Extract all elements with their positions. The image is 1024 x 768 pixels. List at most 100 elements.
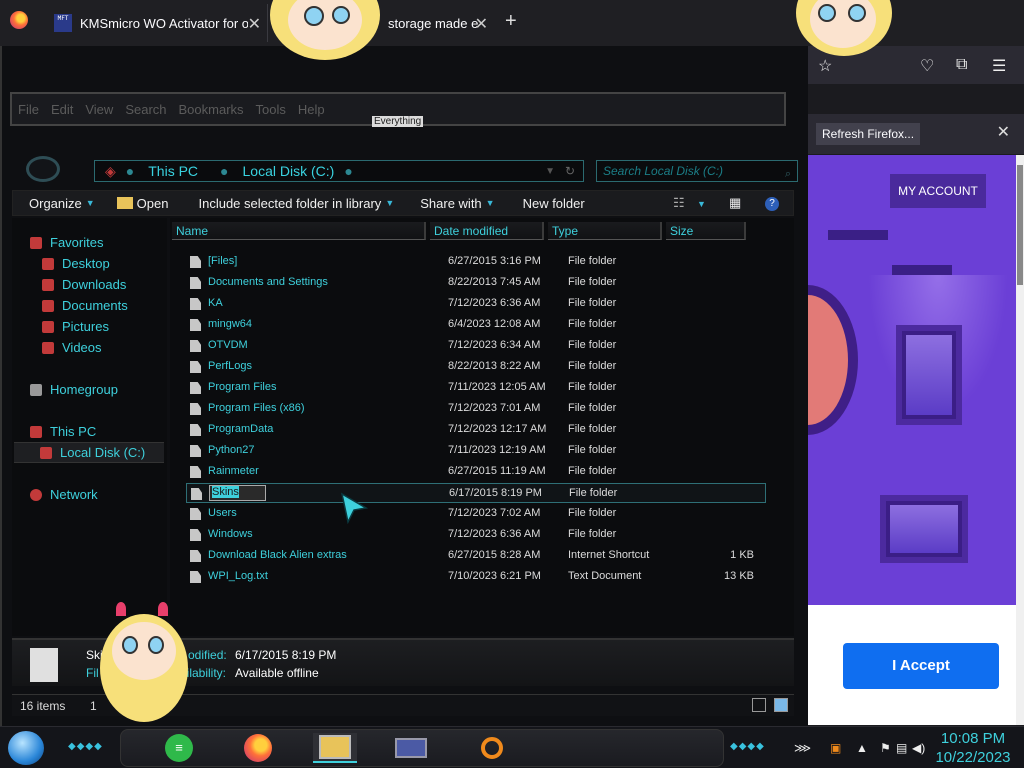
file-type: File folder <box>568 423 617 435</box>
nav-pictures[interactable]: Pictures <box>42 316 109 337</box>
close-tab-icon[interactable]: ✕ <box>475 14 488 34</box>
menu-file[interactable]: File <box>18 102 39 117</box>
file-name: Skins <box>209 485 266 501</box>
picture-frame-moon <box>896 325 962 425</box>
browser-tab-kmsmicro[interactable]: MFT KMSmicro WO Activator for offi ✕ <box>46 4 268 42</box>
page-scrollbar[interactable] <box>1016 155 1024 725</box>
file-row[interactable]: Program Files 7/11/2023 12:05 AM File fold… <box>186 378 766 398</box>
taskbar-app-notes[interactable]: ≡ <box>157 733 201 763</box>
file-type: File folder <box>568 297 617 309</box>
preview-pane-icon[interactable]: ▦ <box>729 195 741 211</box>
file-row[interactable]: Users 7/12/2023 7:02 AM File folder <box>186 504 766 524</box>
folder-icon <box>190 403 201 415</box>
tray-app-icon[interactable]: ▣ <box>830 741 841 755</box>
tray-arrow-icon[interactable]: ▲ <box>856 741 868 755</box>
view-options-icon[interactable]: ☷ <box>673 195 685 211</box>
taskbar-app-explorer[interactable] <box>313 733 357 763</box>
file-date: 7/11/2023 12:19 AM <box>448 444 546 456</box>
my-account-button[interactable]: MY ACCOUNT <box>890 174 986 208</box>
new-folder-button[interactable]: New folder <box>523 196 585 211</box>
help-icon[interactable]: ? <box>765 197 779 211</box>
file-type: File folder <box>568 360 617 372</box>
organize-button[interactable]: Organize ▼ <box>29 196 95 211</box>
include-in-library-button[interactable]: Include selected folder in library ▼ <box>198 196 394 211</box>
back-orb-icon[interactable] <box>26 156 60 182</box>
taskbar-app-search[interactable] <box>470 733 514 763</box>
file-row[interactable]: [Files] 6/27/2015 3:16 PM File folder <box>186 252 766 272</box>
network-tray-icon[interactable]: ▤ <box>896 741 907 755</box>
column-header-size[interactable]: Size <box>666 222 746 240</box>
menu-search[interactable]: Search <box>125 102 166 117</box>
column-header-date[interactable]: Date modified <box>430 222 544 240</box>
breadcrumb-this-pc[interactable]: This PC <box>148 163 198 179</box>
file-type: File folder <box>568 381 617 393</box>
nav-favorites[interactable]: Favorites <box>30 232 103 253</box>
pocket-icon[interactable]: ♡ <box>920 56 934 76</box>
file-thumbnail <box>30 648 58 682</box>
file-row[interactable]: Python27 7/11/2023 12:19 AM File folder <box>186 441 766 461</box>
chevron-down-icon[interactable]: ▼ <box>697 199 706 209</box>
file-name: Python27 <box>208 444 255 456</box>
file-row[interactable]: PerfLogs 8/22/2013 8:22 AM File folder <box>186 357 766 377</box>
details-view-icon[interactable] <box>752 698 766 712</box>
breadcrumb-local-disk[interactable]: Local Disk (C:) <box>243 163 335 179</box>
file-row[interactable]: KA 7/12/2023 6:36 AM File folder <box>186 294 766 314</box>
action-center-flag-icon[interactable]: ⚑ <box>880 741 891 755</box>
address-bar[interactable]: ◈ ● This PC ● Local Disk (C:) ● ▼ ↻ <box>94 160 584 182</box>
menu-bookmarks[interactable]: Bookmarks <box>179 102 244 117</box>
cartoon-character-decoration <box>796 0 892 58</box>
nav-this-pc[interactable]: This PC <box>30 421 96 442</box>
hamburger-menu-icon[interactable]: ☰ <box>992 56 1006 76</box>
cartoon-character-decoration <box>270 0 380 60</box>
new-tab-button[interactable]: + <box>505 10 517 33</box>
search-icon[interactable]: ⌕ <box>785 164 791 184</box>
extensions-icon[interactable]: ⧉ <box>956 56 967 74</box>
address-dropdown-icon[interactable]: ▼ <box>545 166 555 177</box>
file-row[interactable]: WPI_Log.txt 7/10/2023 6:21 PM Text Documen… <box>186 567 766 587</box>
refresh-icon[interactable]: ↻ <box>565 164 575 178</box>
nav-downloads[interactable]: Downloads <box>42 274 126 295</box>
menu-view[interactable]: View <box>85 102 113 117</box>
close-notification-icon[interactable]: ✕ <box>997 122 1010 142</box>
file-row[interactable]: Skins 6/17/2015 8:19 PM File folder <box>186 483 766 503</box>
taskbar-app-window[interactable] <box>389 733 433 763</box>
file-row[interactable]: ProgramData 7/12/2023 12:17 AM File folder <box>186 420 766 440</box>
drive-icon <box>40 446 52 459</box>
file-row[interactable]: Documents and Settings 8/22/2013 7:45 AM F… <box>186 273 766 293</box>
file-row[interactable]: OTVDM 7/12/2023 6:34 AM File folder <box>186 336 766 356</box>
menu-edit[interactable]: Edit <box>51 102 73 117</box>
taskbar-app-firefox[interactable] <box>236 733 280 763</box>
file-row[interactable]: Windows 7/12/2023 6:36 AM File folder <box>186 525 766 545</box>
menu-help[interactable]: Help <box>298 102 325 117</box>
open-button[interactable]: Open <box>116 196 168 211</box>
start-orb-button[interactable] <box>8 731 44 765</box>
pictures-icon <box>42 320 54 333</box>
nav-documents[interactable]: Documents <box>42 295 128 316</box>
file-name: WPI_Log.txt <box>208 570 268 582</box>
system-clock[interactable]: 10:08 PM 10/22/2023 <box>930 729 1016 767</box>
share-with-button[interactable]: Share with ▼ <box>420 196 494 211</box>
file-row[interactable]: Program Files (x86) 7/12/2023 7:01 AM File… <box>186 399 766 419</box>
file-row[interactable]: Download Black Alien extras 6/27/2015 8:2… <box>186 546 766 566</box>
volume-icon[interactable]: ◀) <box>912 741 925 755</box>
column-header-type[interactable]: Type <box>548 222 662 240</box>
taskbar: ◆◆◆◆ ≡ ◆◆◆◆ ⋙ ▣ ▲ ⚑ ▤ ◀) 10:08 PM 10/22/… <box>0 726 1024 768</box>
show-desktop-icon[interactable]: ⋙ <box>794 741 811 755</box>
search-input[interactable]: Search Local Disk (C:) ⌕ <box>596 160 798 182</box>
nav-network[interactable]: Network <box>30 484 98 505</box>
close-tab-icon[interactable]: ✕ <box>248 14 261 34</box>
refresh-firefox-button[interactable]: Refresh Firefox... <box>816 123 921 145</box>
bookmark-star-icon[interactable]: ☆ <box>818 56 832 76</box>
nav-desktop[interactable]: Desktop <box>42 253 110 274</box>
firefox-logo-icon[interactable] <box>10 11 28 29</box>
nav-homegroup[interactable]: Homegroup <box>30 379 118 400</box>
mouse-cursor-icon <box>340 492 368 524</box>
file-row[interactable]: Rainmeter 6/27/2015 11:19 AM File folder <box>186 462 766 482</box>
large-icons-view-icon[interactable] <box>774 698 788 712</box>
nav-local-disk[interactable]: Local Disk (C:) <box>14 442 164 463</box>
file-row[interactable]: mingw64 6/4/2023 12:08 AM File folder <box>186 315 766 335</box>
nav-videos[interactable]: Videos <box>42 337 102 358</box>
column-header-name[interactable]: Name <box>172 222 426 240</box>
menu-tools[interactable]: Tools <box>256 102 286 117</box>
accept-button[interactable]: I Accept <box>843 643 999 689</box>
